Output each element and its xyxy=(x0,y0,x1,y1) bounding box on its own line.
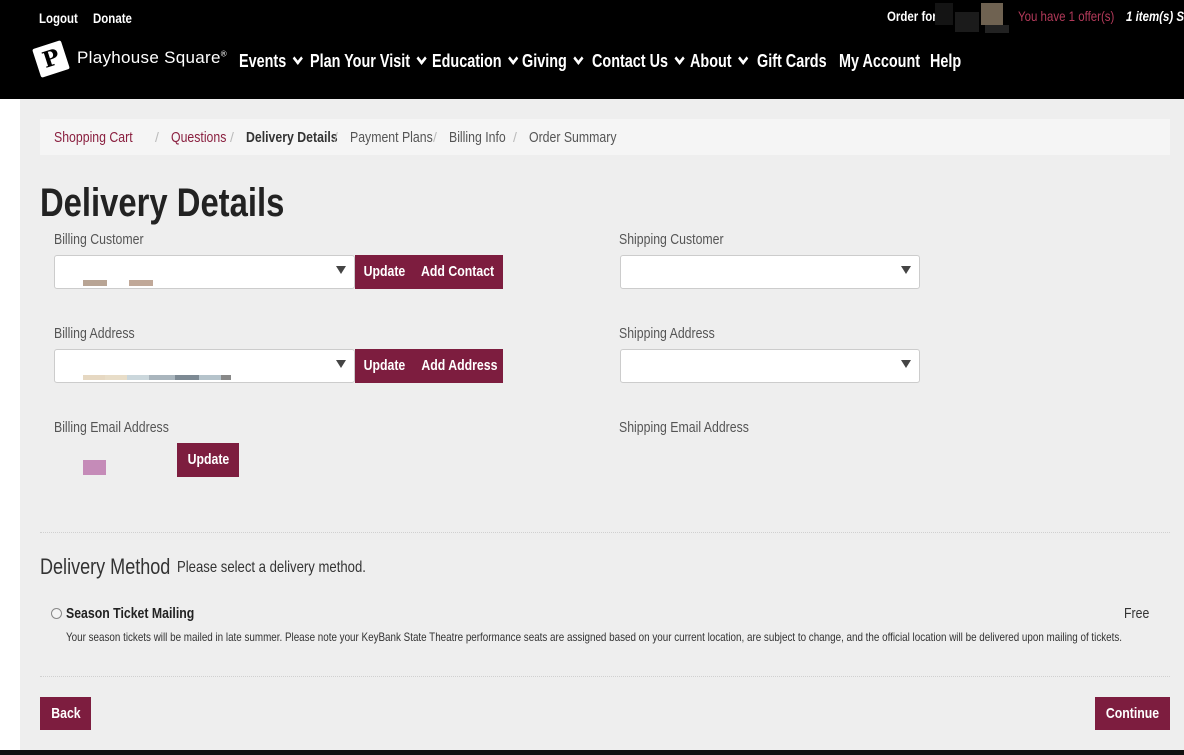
redacted-name-block xyxy=(981,3,1003,25)
delivery-method-title: Delivery Method xyxy=(40,554,171,579)
section-divider xyxy=(40,532,1170,533)
add-contact-button[interactable]: Add Contact xyxy=(413,255,503,289)
add-address-button[interactable]: Add Address xyxy=(413,349,503,383)
redacted-name-block xyxy=(955,12,979,32)
order-for-label: Order for xyxy=(887,8,937,24)
delivery-option-price: Free xyxy=(1124,605,1150,622)
billing-address-label: Billing Address xyxy=(54,325,135,342)
shipping-email-label: Shipping Email Address xyxy=(619,419,749,436)
page-title: Delivery Details xyxy=(40,181,285,225)
breadcrumb-separator: / xyxy=(155,129,159,145)
breadcrumb-billing-info: Billing Info xyxy=(449,129,506,146)
redacted-value xyxy=(199,375,221,380)
offers-link[interactable]: You have 1 offer(s) xyxy=(1018,8,1114,24)
nav-contact-us[interactable]: Contact Us xyxy=(592,51,685,72)
breadcrumb: Shopping Cart / Questions / Delivery Det… xyxy=(40,119,1170,155)
redacted-value xyxy=(149,375,175,380)
breadcrumb-separator: / xyxy=(433,129,437,145)
shipping-customer-select[interactable] xyxy=(620,255,920,289)
billing-customer-label: Billing Customer xyxy=(54,231,144,248)
redacted-value xyxy=(127,375,149,380)
delivery-option-description: Your season tickets will be mailed in la… xyxy=(66,630,1123,644)
shipping-address-label: Shipping Address xyxy=(619,325,715,342)
logo-mark-icon: P xyxy=(32,40,70,78)
redacted-value xyxy=(175,375,199,380)
nav-about[interactable]: About xyxy=(690,51,749,72)
nav-my-account[interactable]: My Account xyxy=(839,51,920,72)
redacted-value xyxy=(105,375,127,380)
redacted-value xyxy=(221,375,231,380)
site-logo[interactable]: P Playhouse Square® xyxy=(32,40,238,78)
update-billing-address-button[interactable]: Update xyxy=(355,349,413,383)
nav-giving[interactable]: Giving xyxy=(522,51,584,72)
main-content: Shopping Cart / Questions / Delivery Det… xyxy=(20,99,1184,750)
back-button[interactable]: Back xyxy=(40,697,91,730)
dropdown-arrow-icon xyxy=(901,360,911,368)
continue-button[interactable]: Continue xyxy=(1095,697,1170,730)
breadcrumb-separator: / xyxy=(230,129,234,145)
breadcrumb-separator: / xyxy=(513,129,517,145)
billing-email-label: Billing Email Address xyxy=(54,419,169,436)
breadcrumb-order-summary: Order Summary xyxy=(529,129,617,146)
dropdown-arrow-icon xyxy=(336,266,346,274)
shipping-customer-label: Shipping Customer xyxy=(619,231,724,248)
logo-text: Playhouse Square® xyxy=(77,48,227,67)
breadcrumb-questions[interactable]: Questions xyxy=(171,129,226,146)
dropdown-arrow-icon xyxy=(901,266,911,274)
chevron-down-icon xyxy=(738,52,749,65)
chevron-down-icon xyxy=(508,52,519,65)
shipping-address-select[interactable] xyxy=(620,349,920,383)
redacted-email xyxy=(83,460,106,475)
section-divider xyxy=(40,676,1170,677)
chevron-down-icon xyxy=(573,52,584,65)
nav-education[interactable]: Education xyxy=(432,51,519,72)
breadcrumb-delivery-details: Delivery Details xyxy=(246,129,338,146)
dropdown-arrow-icon xyxy=(336,360,346,368)
bottom-border xyxy=(0,750,1184,755)
logout-link[interactable]: Logout xyxy=(39,10,78,26)
redacted-value xyxy=(83,280,107,286)
redacted-value xyxy=(83,375,105,380)
season-ticket-mailing-radio[interactable] xyxy=(51,608,62,619)
update-billing-email-button[interactable]: Update xyxy=(177,443,239,477)
update-billing-customer-button[interactable]: Update xyxy=(355,255,413,289)
breadcrumb-shopping-cart[interactable]: Shopping Cart xyxy=(54,129,133,146)
cart-items-link[interactable]: 1 item(s) S xyxy=(1126,8,1184,24)
redacted-name-block xyxy=(935,3,953,25)
redacted-name-block xyxy=(985,25,1009,33)
billing-customer-select[interactable] xyxy=(54,255,355,289)
breadcrumb-payment-plans: Payment Plans xyxy=(350,129,433,146)
nav-plan-your-visit[interactable]: Plan Your Visit xyxy=(310,51,427,72)
donate-link[interactable]: Donate xyxy=(93,10,132,26)
nav-events[interactable]: Events xyxy=(239,51,303,72)
billing-address-select[interactable] xyxy=(54,349,355,383)
delivery-method-prompt: Please select a delivery method. xyxy=(177,559,366,576)
chevron-down-icon xyxy=(292,52,303,65)
nav-gift-cards[interactable]: Gift Cards xyxy=(757,51,827,72)
redacted-value xyxy=(129,280,153,286)
delivery-option-name[interactable]: Season Ticket Mailing xyxy=(66,605,194,622)
chevron-down-icon xyxy=(674,52,685,65)
chevron-down-icon xyxy=(416,52,427,65)
breadcrumb-separator: / xyxy=(334,129,338,145)
nav-help[interactable]: Help xyxy=(930,51,961,72)
top-bar: Logout Donate Order for You have 1 offer… xyxy=(0,0,1184,99)
